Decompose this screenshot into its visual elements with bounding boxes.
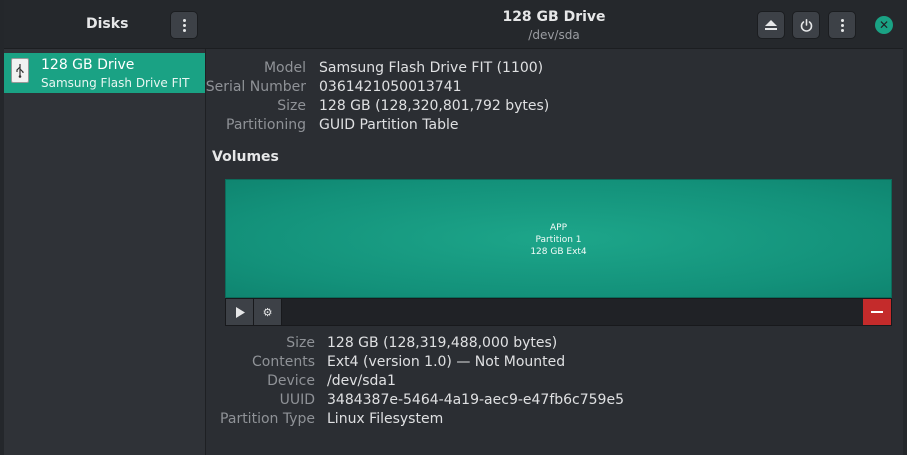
- sidebar-item-drive[interactable]: 128 GB Drive Samsung Flash Drive FIT: [4, 53, 205, 93]
- header-bar: 128 GB Drive /dev/sda ✕: [205, 0, 903, 49]
- eject-button[interactable]: [757, 11, 785, 39]
- partition-number: Partition 1: [535, 235, 582, 245]
- partition-block[interactable]: APP Partition 1 128 GB Ext4: [225, 179, 892, 298]
- play-icon: [235, 306, 245, 318]
- sidebar: Disks 128 GB Drive Samsung Flash Drive F…: [4, 0, 206, 455]
- mount-button[interactable]: [226, 299, 254, 325]
- partition-type-label: Partition Type: [220, 411, 315, 427]
- eject-icon: [765, 19, 777, 30]
- device-value: /dev/sda1: [327, 373, 396, 389]
- usb-drive-icon: [11, 58, 29, 83]
- power-icon: [800, 18, 812, 32]
- power-off-button[interactable]: [792, 11, 820, 39]
- volume-toolbar: ⚙: [225, 298, 892, 326]
- close-icon: ✕: [878, 18, 890, 32]
- partition-size-fs: 128 GB Ext4: [530, 247, 587, 257]
- partitioning-value: GUID Partition Table: [319, 117, 459, 133]
- partition-options-button[interactable]: ⚙: [254, 299, 282, 325]
- sidebar-item-label: 128 GB Drive: [41, 57, 135, 73]
- serial-label: Serial Number: [205, 79, 306, 95]
- close-window-button[interactable]: ✕: [875, 16, 893, 34]
- kebab-menu-icon: [840, 18, 844, 32]
- uuid-value: 3484387e-5464-4a19-aec9-e47fb6c759e5: [327, 392, 624, 408]
- partition-size-value: 128 GB (128,319,488,000 bytes): [327, 335, 558, 351]
- device-label: Device: [267, 373, 315, 389]
- partition-size-label: Size: [286, 335, 315, 351]
- gears-icon: ⚙: [262, 305, 273, 319]
- size-label: Size: [277, 98, 306, 114]
- minus-icon: [871, 311, 883, 313]
- sidebar-title: Disks: [86, 16, 129, 32]
- sidebar-header: Disks: [4, 0, 205, 49]
- volumes-heading: Volumes: [212, 149, 279, 165]
- drive-menu-button[interactable]: [828, 11, 856, 39]
- kebab-menu-icon: [182, 18, 186, 32]
- right-edge-strip: [903, 0, 907, 455]
- partitioning-label: Partitioning: [226, 117, 306, 133]
- partition-name: APP: [549, 223, 567, 233]
- partition-type-value: Linux Filesystem: [327, 411, 444, 427]
- sidebar-item-subtitle: Samsung Flash Drive FIT: [41, 76, 190, 90]
- size-value: 128 GB (128,320,801,792 bytes): [319, 98, 550, 114]
- contents-label: Contents: [252, 354, 315, 370]
- delete-partition-button[interactable]: [863, 299, 891, 325]
- serial-value: 0361421050013741: [319, 79, 462, 95]
- contents-value: Ext4 (version 1.0) — Not Mounted: [327, 354, 566, 370]
- model-label: Model: [263, 60, 306, 76]
- model-value: Samsung Flash Drive FIT (1100): [319, 60, 544, 76]
- uuid-label: UUID: [279, 392, 315, 408]
- sidebar-menu-button[interactable]: [170, 11, 198, 39]
